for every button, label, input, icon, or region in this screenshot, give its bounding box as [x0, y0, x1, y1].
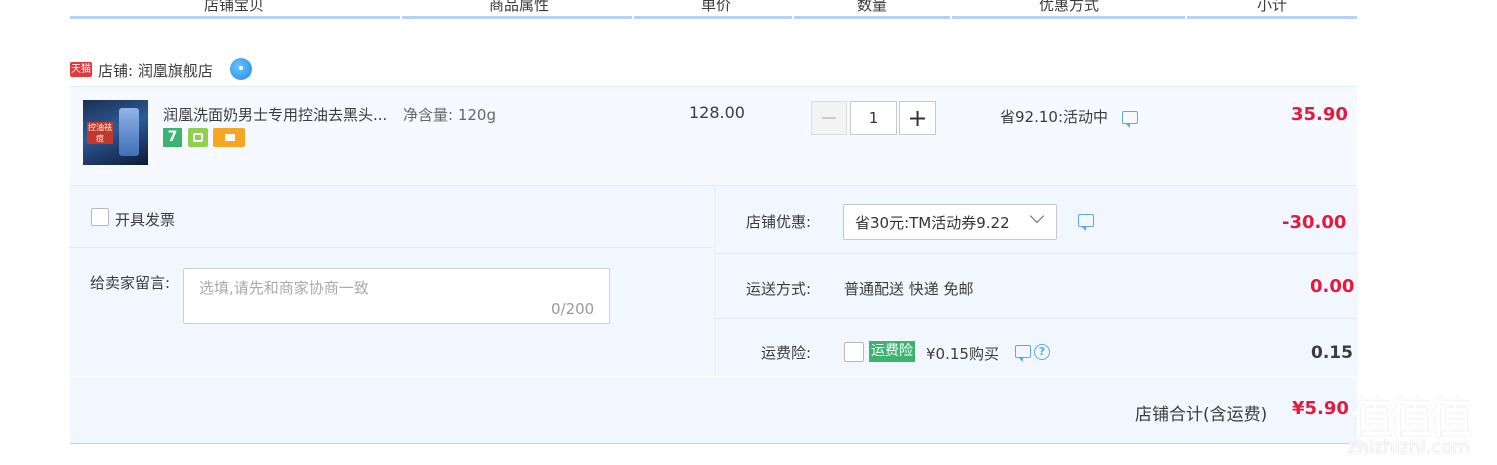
bottle-graphic	[119, 108, 139, 156]
shop-coupon-selected: 省30元:TM活动券9.22	[855, 214, 1010, 232]
quantity-decrease-button[interactable]: −	[811, 101, 847, 135]
divider	[714, 318, 1357, 319]
header-discount: 优惠方式	[1039, 0, 1100, 14]
header-quantity: 数量	[857, 0, 888, 14]
help-icon[interactable]: ?	[1034, 344, 1050, 360]
insurance-checkbox[interactable]	[844, 342, 864, 362]
product-property: 净含量: 120g	[403, 106, 496, 124]
shipping-method-value: 普通配送 快递 免邮	[844, 280, 974, 298]
shop-name-link[interactable]: 店铺: 润凰旗舰店	[98, 60, 213, 81]
tmall-badge: 天猫	[70, 62, 92, 77]
shop-discount-amount: -30.00	[1282, 212, 1347, 233]
quantity-increase-button[interactable]: +	[899, 101, 936, 135]
message-char-counter: 0/200	[551, 300, 595, 318]
header-subtotal: 小计	[1257, 0, 1288, 14]
shop-total-label: 店铺合计(含运费)	[1135, 405, 1268, 425]
insurance-info-icon[interactable]	[1015, 345, 1031, 362]
seller-message-placeholder: 选填,请先和商家协商一致	[199, 279, 369, 297]
insurance-badge: 运费险	[869, 341, 915, 362]
seller-message-label: 给卖家留言:	[90, 274, 171, 292]
divider	[70, 247, 713, 248]
promotion-text: 省92.10:活动中	[1000, 108, 1108, 126]
cart-item-row	[70, 86, 1357, 186]
watermark-site: zhizhizhi.com	[1348, 437, 1470, 458]
quantity-input[interactable]: 1	[850, 101, 897, 135]
thumbnail-label: 控油祛痘	[87, 122, 113, 144]
insurance-amount: 0.15	[1311, 343, 1353, 363]
unit-price: 128.00	[689, 103, 745, 122]
header-underline	[634, 16, 792, 19]
shipping-method-label: 运送方式:	[746, 280, 812, 298]
insurance-price: ¥0.15购买	[926, 345, 999, 363]
table-header: 店铺宝贝 商品属性 单价 数量 优惠方式 小计	[70, 0, 1357, 20]
product-thumbnail[interactable]: 控油祛痘	[83, 100, 148, 165]
header-underline	[952, 16, 1185, 19]
guarantee-icon[interactable]	[188, 128, 208, 147]
insurance-label: 运费险:	[761, 344, 812, 362]
wangwang-chat-icon[interactable]	[230, 58, 252, 80]
header-attributes: 商品属性	[489, 0, 550, 14]
item-subtotal: 35.90	[1291, 104, 1348, 125]
coupon-info-icon[interactable]	[1078, 214, 1094, 231]
promotion-info-icon[interactable]	[1122, 111, 1138, 128]
header-underline	[794, 16, 950, 19]
shipping-amount: 0.00	[1310, 276, 1355, 297]
divider	[714, 253, 1357, 254]
invoice-checkbox[interactable]	[91, 208, 109, 226]
header-shop-item: 店铺宝贝	[204, 0, 265, 14]
invoice-label: 开具发票	[115, 211, 176, 229]
seven-day-return-icon[interactable]: 7	[163, 128, 182, 147]
shop-discount-label: 店铺优惠:	[746, 213, 812, 231]
header-underline	[70, 16, 400, 19]
header-underline	[402, 16, 632, 19]
header-unit-price: 单价	[701, 0, 732, 14]
credit-card-icon[interactable]	[213, 128, 245, 147]
header-underline	[1187, 16, 1357, 19]
product-title-link[interactable]: 润凰洗面奶男士专用控油去黑头...	[163, 104, 387, 125]
shop-total-amount: ¥5.90	[1292, 398, 1349, 419]
